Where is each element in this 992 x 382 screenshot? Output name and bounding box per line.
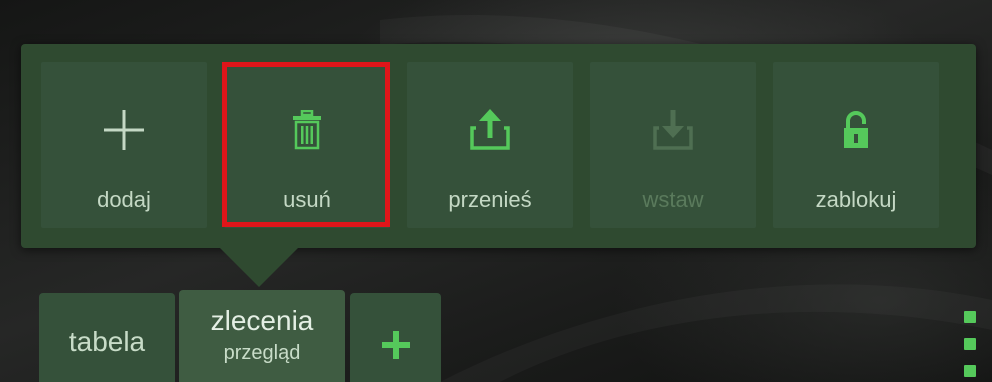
tab-tabela-label: tabela (68, 326, 146, 357)
tab-tabela[interactable]: tabela (39, 293, 175, 382)
highlight-box (222, 62, 390, 227)
tab-zlecenia-subtitle: przegląd (223, 342, 301, 364)
tab-zlecenia[interactable]: zlecenia przegląd (179, 290, 345, 382)
move-button-label: przenieś (448, 187, 532, 212)
lock-button[interactable]: zablokuj (773, 62, 939, 228)
paste-button[interactable]: wstaw (590, 62, 756, 228)
add-button[interactable]: dodaj (41, 62, 207, 228)
lock-icon (773, 106, 939, 154)
tab-zlecenia-title: zlecenia (210, 305, 314, 336)
plus-icon (41, 106, 207, 154)
popup-pointer (218, 246, 300, 287)
lock-button-label: zablokuj (815, 187, 897, 212)
download-icon (590, 106, 756, 154)
move-button[interactable]: przenieś (407, 62, 573, 228)
more-vertical-icon[interactable] (964, 311, 976, 377)
add-button-label: dodaj (97, 187, 151, 212)
paste-button-label: wstaw (642, 187, 704, 212)
action-popup: dodaj usuń przenieś wstaw zablokuj (21, 44, 976, 248)
add-tab-button[interactable] (350, 293, 441, 382)
upload-icon (407, 106, 573, 154)
plus-icon (350, 329, 441, 361)
